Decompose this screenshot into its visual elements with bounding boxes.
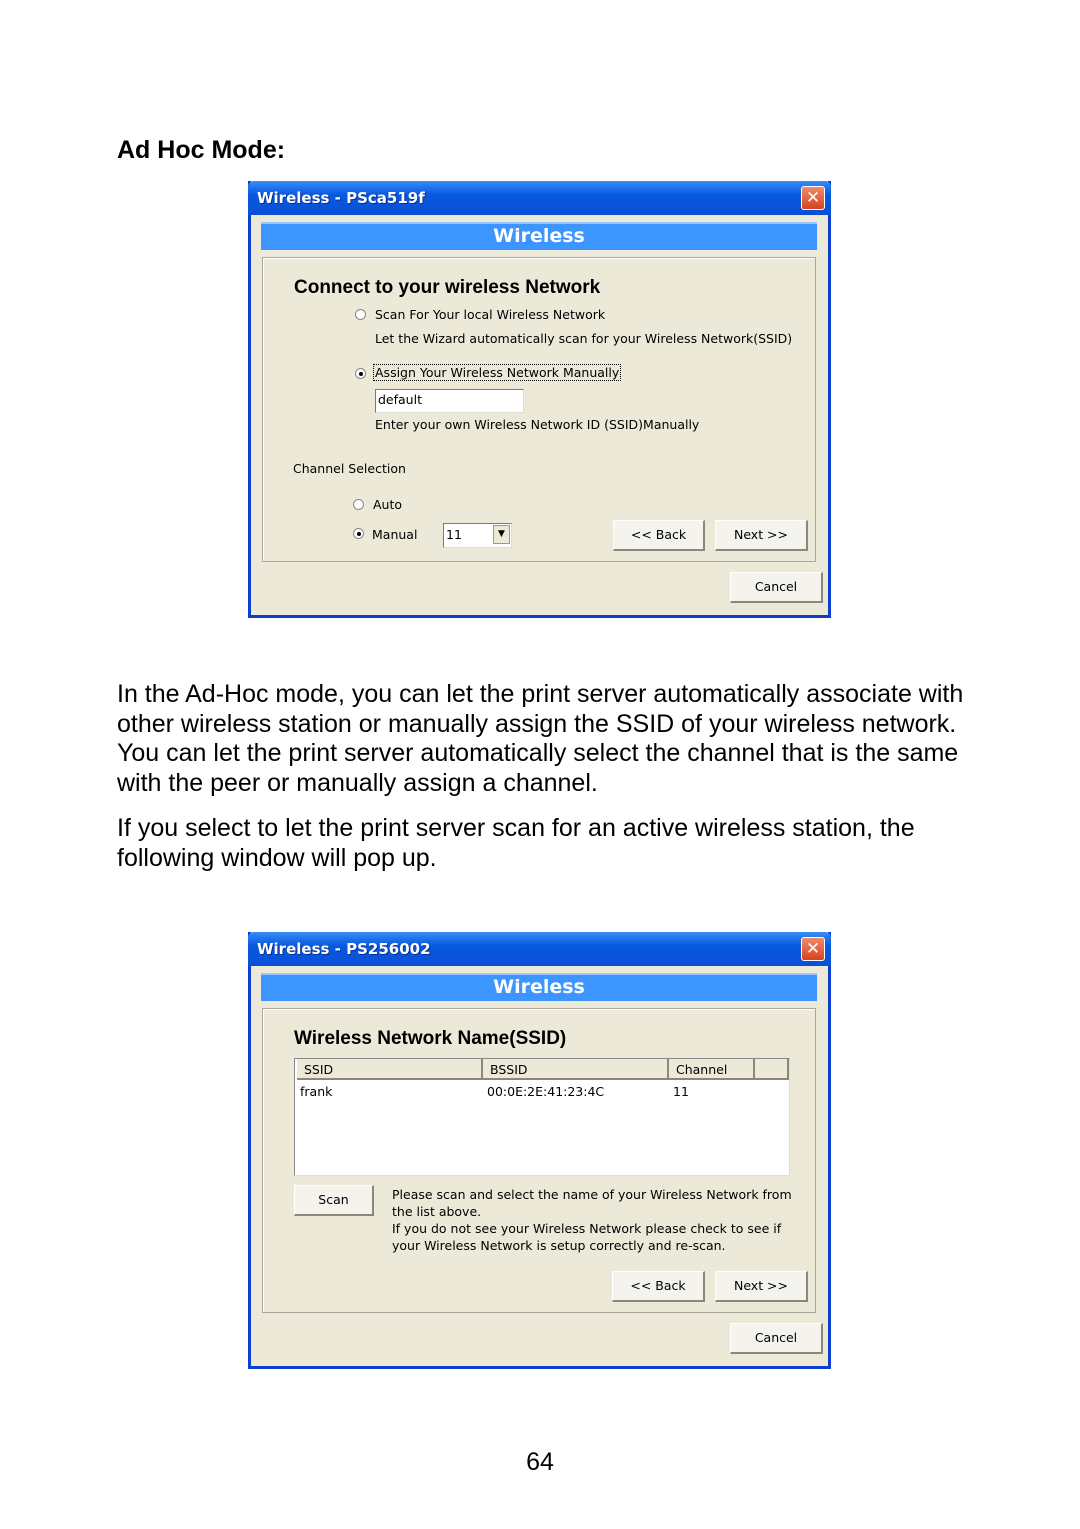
auto-channel-radio[interactable] bbox=[353, 499, 364, 510]
auto-label[interactable]: Auto bbox=[373, 497, 402, 512]
channel-value: 11 bbox=[446, 527, 462, 542]
manual-label[interactable]: Manual bbox=[372, 527, 417, 542]
page-number: 64 bbox=[526, 1448, 554, 1476]
paragraph-ad-hoc: In the Ad-Hoc mode, you can let the prin… bbox=[117, 680, 964, 797]
close-button[interactable]: ✕ bbox=[801, 937, 825, 961]
cell-channel: 11 bbox=[673, 1084, 689, 1099]
instruction-line-2: the list above. bbox=[392, 1204, 482, 1219]
window-title: Wireless - PS256002 bbox=[257, 940, 431, 958]
instruction-line-4: your Wireless Network is setup correctly… bbox=[392, 1238, 726, 1253]
window-title: Wireless - PSca519f bbox=[257, 189, 425, 207]
section-heading: Ad Hoc Mode: bbox=[117, 136, 286, 164]
wireless-banner: Wireless bbox=[261, 973, 817, 1001]
document-page: Ad Hoc Mode: Wireless - PSca519f ✕ Wirel… bbox=[0, 0, 1080, 1529]
cell-ssid: frank bbox=[300, 1084, 333, 1099]
scan-radio[interactable] bbox=[355, 309, 366, 320]
title-bar[interactable]: Wireless - PS256002 ✕ bbox=[248, 932, 831, 966]
cancel-button[interactable]: Cancel bbox=[730, 1323, 823, 1354]
scan-option-label[interactable]: Scan For Your local Wireless Network bbox=[375, 307, 605, 322]
instruction-line-3: If you do not see your Wireless Network … bbox=[392, 1221, 782, 1236]
manual-description: Enter your own Wireless Network ID (SSID… bbox=[375, 417, 700, 432]
column-header-empty bbox=[755, 1059, 789, 1080]
cancel-button[interactable]: Cancel bbox=[730, 572, 823, 603]
next-button[interactable]: Next >> bbox=[715, 1271, 808, 1302]
channel-select[interactable]: 11 ▼ bbox=[443, 523, 512, 548]
column-header-channel[interactable]: Channel bbox=[669, 1059, 755, 1080]
wireless-dialog-scan: Wireless - PS256002 ✕ Wireless Wireless … bbox=[248, 932, 831, 1369]
manual-option-label[interactable]: Assign Your Wireless Network Manually bbox=[372, 364, 622, 381]
instruction-line-1: Please scan and select the name of your … bbox=[392, 1187, 792, 1202]
ssid-input[interactable]: default bbox=[375, 389, 524, 413]
column-header-bssid[interactable]: BSSID bbox=[483, 1059, 669, 1080]
content-panel bbox=[262, 257, 816, 562]
scan-button[interactable]: Scan bbox=[294, 1185, 374, 1216]
channel-selection-label: Channel Selection bbox=[293, 461, 406, 476]
close-icon: ✕ bbox=[805, 188, 821, 208]
wireless-banner: Wireless bbox=[261, 222, 817, 250]
table-row[interactable]: frank 00:0E:2E:41:23:4C 11 bbox=[295, 1084, 789, 1102]
dialog-heading: Wireless Network Name(SSID) bbox=[294, 1028, 567, 1049]
chevron-down-icon[interactable]: ▼ bbox=[493, 525, 510, 544]
column-header-ssid[interactable]: SSID bbox=[297, 1059, 483, 1080]
back-button[interactable]: << Back bbox=[612, 1271, 705, 1302]
scan-description: Let the Wizard automatically scan for yo… bbox=[375, 331, 793, 346]
network-list[interactable]: SSID BSSID Channel frank 00:0E:2E:41:23:… bbox=[294, 1058, 790, 1176]
back-button[interactable]: << Back bbox=[613, 520, 705, 551]
dialog-heading: Connect to your wireless Network bbox=[294, 277, 601, 298]
next-button[interactable]: Next >> bbox=[715, 520, 808, 551]
manual-channel-radio[interactable] bbox=[353, 528, 364, 539]
wireless-dialog-manual: Wireless - PSca519f ✕ Wireless Connect t… bbox=[248, 181, 831, 618]
close-icon: ✕ bbox=[805, 939, 821, 959]
cell-bssid: 00:0E:2E:41:23:4C bbox=[487, 1084, 605, 1099]
manual-ssid-radio[interactable] bbox=[355, 368, 366, 379]
title-bar[interactable]: Wireless - PSca519f ✕ bbox=[248, 181, 831, 215]
close-button[interactable]: ✕ bbox=[801, 186, 825, 210]
paragraph-scan: If you select to let the print server sc… bbox=[117, 814, 915, 872]
